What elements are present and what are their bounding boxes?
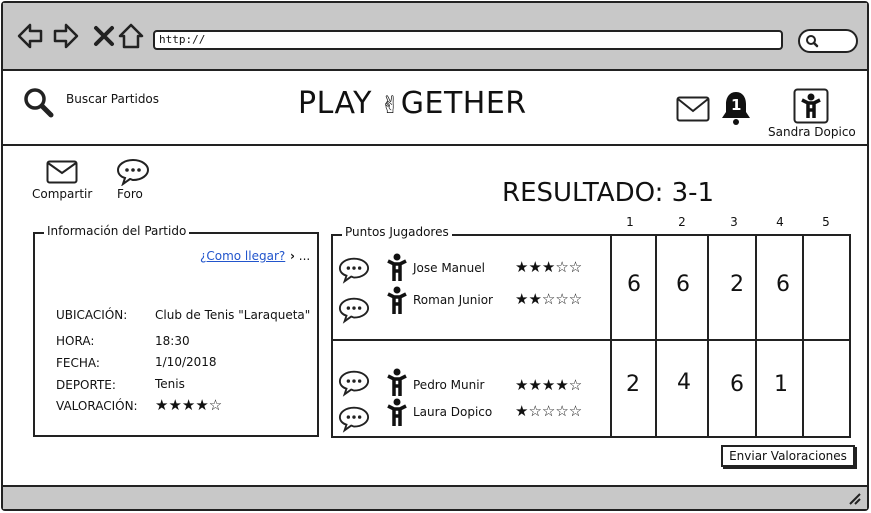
forum-button[interactable]: Foro — [117, 187, 143, 201]
notifications-bell[interactable]: 1 — [720, 90, 752, 126]
url-input[interactable]: http:// — [153, 30, 783, 50]
time-value: 18:30 — [155, 334, 190, 348]
grid-line — [707, 234, 709, 438]
player-name: Roman Junior — [413, 293, 493, 307]
location-label: UBICACIÓN: — [56, 308, 128, 322]
grid-line — [802, 234, 804, 438]
set-score: 4 — [677, 370, 691, 395]
players-panel-title: Puntos Jugadores — [342, 225, 452, 239]
set-score: 2 — [626, 372, 640, 397]
grid-line — [655, 234, 657, 438]
chat-icon[interactable] — [338, 405, 370, 433]
match-info-title: Información del Partido — [44, 224, 190, 238]
player-name: Laura Dopico — [413, 405, 493, 419]
set-column-5: 5 — [822, 215, 830, 229]
date-label: FECHA: — [56, 356, 100, 370]
directions-link[interactable]: ¿Como llegar? — [200, 249, 285, 263]
date-value: 1/10/2018 — [155, 355, 217, 369]
forum-chat-icon[interactable] — [116, 158, 150, 186]
set-score: 6 — [730, 372, 744, 397]
time-label: HORA: — [56, 334, 95, 348]
search-matches-link[interactable]: Buscar Partidos — [66, 92, 159, 106]
rating-label: VALORACIÓN: — [56, 399, 138, 413]
player-name: Pedro Munir — [413, 378, 485, 392]
close-icon[interactable] — [90, 22, 118, 50]
grid-line — [755, 234, 757, 438]
set-score: 6 — [676, 272, 690, 297]
user-name[interactable]: Sandra Dopico — [768, 125, 856, 139]
location-value: Club de Tenis "Laraqueta" — [155, 308, 311, 322]
player-rating-stars[interactable]: ★★★★☆ — [515, 376, 582, 394]
chat-icon[interactable] — [338, 369, 370, 397]
share-mail-icon[interactable] — [46, 160, 78, 184]
set-column-2: 2 — [678, 215, 686, 229]
browser-search-field[interactable] — [798, 29, 858, 53]
set-score: 1 — [774, 372, 788, 397]
player-name: Jose Manuel — [413, 261, 485, 275]
player-icon — [387, 368, 407, 396]
result-title: RESULTADO: 3-1 — [502, 178, 715, 208]
sport-label: DEPORTE: — [56, 378, 116, 392]
grid-line — [610, 234, 612, 438]
sport-value: Tenis — [155, 377, 185, 391]
logo-text-left: PLAY — [298, 86, 373, 121]
match-rating-stars[interactable]: ★★★★☆ — [155, 396, 222, 414]
chat-icon[interactable] — [338, 296, 370, 324]
user-avatar-icon[interactable] — [793, 88, 829, 124]
logo-text-right: GETHER — [400, 86, 527, 121]
player-rating-stars[interactable]: ★★☆☆☆ — [515, 290, 582, 308]
status-bar — [3, 485, 867, 509]
chat-icon[interactable] — [338, 256, 370, 284]
send-ratings-button[interactable]: Enviar Valoraciones — [721, 445, 855, 467]
set-column-1: 1 — [626, 215, 634, 229]
team-divider — [331, 339, 851, 341]
player-rating-stars[interactable]: ★☆☆☆☆ — [515, 402, 582, 420]
player-icon — [387, 253, 407, 281]
directions-more[interactable]: › ... — [290, 249, 310, 263]
search-icon[interactable] — [22, 86, 54, 118]
share-button[interactable]: Compartir — [32, 187, 92, 201]
player-icon — [387, 398, 407, 426]
set-column-4: 4 — [776, 215, 784, 229]
notification-count: 1 — [731, 96, 742, 114]
app-logo: PLAY ✌GETHER — [298, 86, 527, 121]
mail-icon[interactable] — [676, 96, 710, 122]
player-rating-stars[interactable]: ★★★☆☆ — [515, 258, 582, 276]
player-icon — [387, 286, 407, 314]
set-column-3: 3 — [730, 215, 738, 229]
directions-ellipsis: ... — [298, 249, 311, 263]
chevron-right-icon: › — [290, 249, 295, 263]
forward-arrow-icon[interactable] — [52, 22, 80, 50]
set-score: 2 — [730, 272, 744, 297]
search-icon — [806, 35, 819, 48]
players-points-panel — [331, 234, 851, 438]
set-score: 6 — [776, 272, 790, 297]
set-score: 6 — [627, 272, 641, 297]
back-arrow-icon[interactable] — [16, 22, 44, 50]
resize-handle-icon[interactable] — [848, 492, 862, 506]
peace-hand-icon: ✌ — [372, 91, 401, 119]
header-divider — [3, 144, 867, 146]
home-icon[interactable] — [117, 22, 145, 50]
